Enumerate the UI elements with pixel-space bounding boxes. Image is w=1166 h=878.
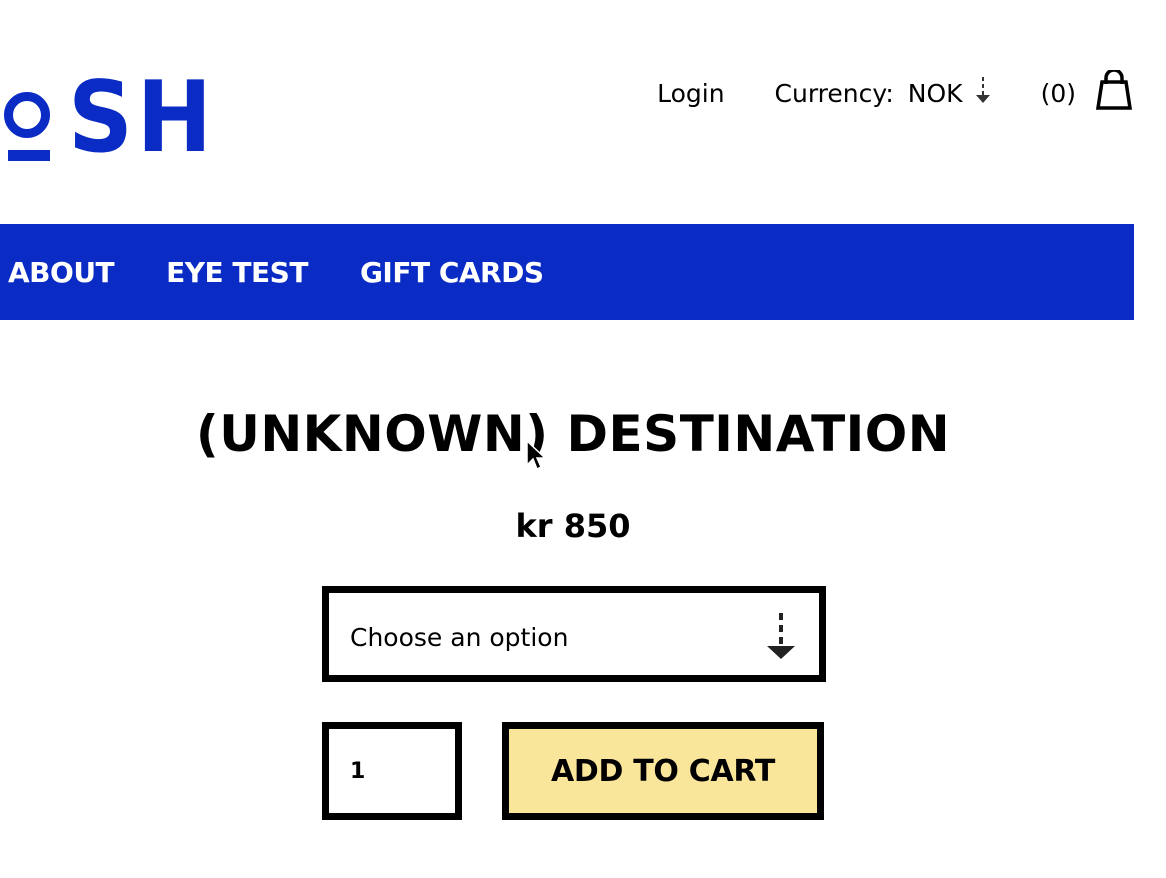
option-placeholder: Choose an option xyxy=(350,623,569,652)
shopping-bag-icon xyxy=(1094,68,1134,116)
option-select[interactable]: Choose an option xyxy=(322,586,826,682)
quantity-input[interactable] xyxy=(322,722,462,820)
nav-item-eye-test[interactable]: EYE TEST xyxy=(166,256,308,289)
cart-count: (0) xyxy=(1040,78,1076,108)
currency-value: NOK xyxy=(907,78,963,108)
header-utilities: Login Currency: NOK (0) xyxy=(657,68,1134,116)
product-price: kr 850 xyxy=(515,507,631,545)
currency-selector[interactable]: NOK xyxy=(908,76,991,110)
main-nav: ABOUT EYE TEST GIFT CARDS xyxy=(0,224,1134,320)
nav-item-gift-cards[interactable]: GIFT CARDS xyxy=(360,256,544,289)
add-to-cart-button[interactable]: ADD TO CART xyxy=(502,722,824,820)
logo-text: SH xyxy=(68,61,216,175)
product-title: (UNKNOWN) DESTINATION xyxy=(195,405,951,463)
nav-item-about[interactable]: ABOUT xyxy=(8,256,115,289)
login-link[interactable]: Login xyxy=(657,79,724,108)
logo-o-mark xyxy=(0,92,50,170)
page: SH Login Currency: NOK (0) ABOUT EYE TES… xyxy=(0,0,1166,878)
brand-logo[interactable]: SH xyxy=(0,40,220,168)
dashed-arrow-down-icon xyxy=(765,611,797,665)
cart-button[interactable]: (0) xyxy=(1040,68,1134,116)
currency-label: Currency: xyxy=(774,78,894,108)
arrow-down-icon xyxy=(975,76,991,110)
